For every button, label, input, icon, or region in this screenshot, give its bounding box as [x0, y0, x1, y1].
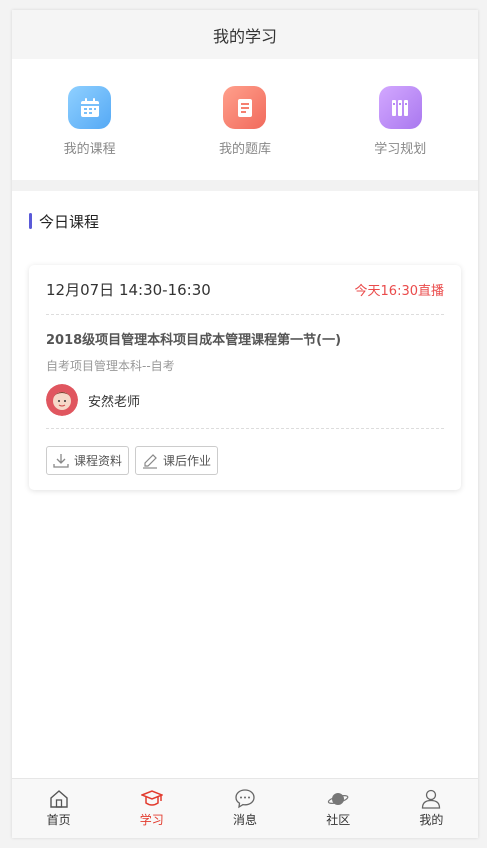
course-materials-button[interactable]: 课程资料 — [46, 446, 130, 475]
question-bank-icon — [223, 86, 267, 129]
books-icon — [378, 86, 422, 129]
course-time: 12月07日 14:30-16:30 — [46, 281, 211, 299]
quick-links: 我的课程 我的题库 学习规划 — [12, 59, 478, 180]
section-accent-bar — [29, 213, 32, 229]
homework-button[interactable]: 课后作业 — [135, 446, 219, 475]
tab-mine[interactable]: 我的 — [385, 779, 478, 838]
section-title-text: 今日课程 — [39, 212, 100, 231]
download-icon — [53, 453, 69, 468]
page-title: 我的学习 — [212, 26, 277, 46]
section-title: 今日课程 — [12, 202, 478, 240]
quick-link-question-bank[interactable]: 我的题库 — [190, 86, 300, 157]
course-card-header: 12月07日 14:30-16:30 今天16:30直播 — [46, 265, 444, 315]
teacher-row: 安然老师 — [46, 383, 444, 417]
quick-link-my-courses[interactable]: 我的课程 — [35, 86, 145, 157]
tab-label: 我的 — [419, 813, 444, 827]
tab-study[interactable]: 学习 — [105, 779, 198, 838]
planet-icon — [328, 793, 349, 805]
homework-label: 课后作业 — [163, 454, 212, 468]
chat-bubble-icon — [235, 789, 255, 809]
quick-link-label: 我的课程 — [63, 142, 116, 157]
tab-label: 学习 — [139, 813, 164, 827]
page-header: 我的学习 — [12, 10, 478, 59]
course-actions: 课程资料 课后作业 — [46, 428, 444, 475]
quick-link-study-plan[interactable]: 学习规划 — [345, 86, 455, 157]
bottom-tab-bar: 首页 学习 消息 社区 我的 — [12, 778, 478, 838]
tab-home[interactable]: 首页 — [12, 779, 105, 838]
home-icon — [49, 790, 68, 808]
tab-label: 社区 — [326, 813, 351, 827]
pencil-icon — [143, 453, 158, 469]
course-title: 2018级项目管理本科项目成本管理课程第一节(一) — [46, 333, 342, 348]
course-materials-label: 课程资料 — [74, 454, 123, 468]
tab-community[interactable]: 社区 — [292, 779, 385, 838]
quick-link-label: 我的题库 — [218, 142, 271, 157]
tab-messages[interactable]: 消息 — [198, 779, 291, 838]
teacher-name: 安然老师 — [88, 394, 141, 410]
user-icon — [422, 789, 441, 809]
quick-link-label: 学习规划 — [374, 142, 427, 157]
section-divider — [12, 180, 478, 191]
calendar-icon — [68, 86, 112, 129]
graduation-cap-icon — [140, 790, 163, 806]
course-subtitle: 自考项目管理本科--自考 — [46, 359, 175, 373]
phone-screen: 我的学习 我的课程 我的题库 学习规划 今日课程 12月07日 14:30-16… — [12, 10, 478, 838]
tab-label: 首页 — [46, 813, 71, 827]
tab-label: 消息 — [233, 813, 258, 827]
avatar — [46, 384, 78, 416]
course-card[interactable]: 12月07日 14:30-16:30 今天16:30直播 2018级项目管理本科… — [29, 265, 461, 490]
live-status: 今天16:30直播 — [354, 284, 444, 299]
